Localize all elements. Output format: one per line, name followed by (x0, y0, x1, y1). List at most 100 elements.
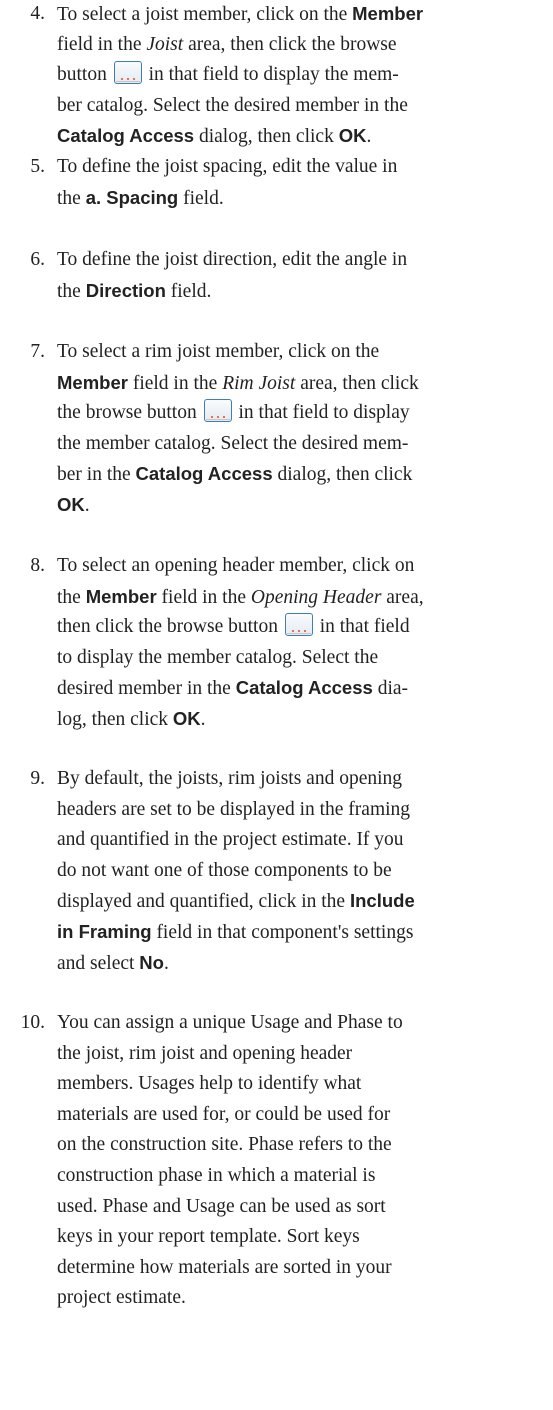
text-run: in that field (314, 616, 410, 638)
text-run: area, then click (295, 372, 419, 394)
text-run: You can assign a unique Usage and Phase … (57, 1012, 403, 1033)
text-run: . (163, 952, 169, 974)
text-run: and select (57, 952, 140, 974)
text-run: to display the member catalog. Select th… (57, 646, 379, 668)
text-run: headers are set to be displayed in the f… (57, 798, 411, 820)
text-run: dia- (372, 678, 409, 700)
text-line: headers are set to be displayed in the f… (57, 795, 549, 826)
text-run: determine how materials are sorted in yo… (57, 1256, 392, 1278)
text-run: project estimate. (57, 1287, 186, 1309)
text-run: in that field to display (233, 402, 410, 424)
text-line: You can assign a unique Usage and Phase … (57, 1008, 549, 1039)
text-line: displayed and quantified, click in the I… (57, 886, 549, 917)
text-line: log, then click OK. (57, 704, 549, 735)
ui-term: Catalog Access (235, 677, 373, 699)
text-run: To select an opening header member, clic… (57, 555, 415, 576)
text-run: area, then click the browse (183, 33, 397, 55)
text-line: members. Usages help to identify what (57, 1069, 549, 1100)
step-text: You can assign a unique Usage and Phase … (57, 1008, 549, 1314)
step-number: 6. (30, 249, 45, 270)
text-line: To define the joist direction, edit the … (57, 245, 549, 276)
text-line: desired member in the Catalog Access dia… (57, 673, 549, 704)
text-line: OK. (57, 490, 549, 521)
text-run: To define the joist spacing, edit the va… (57, 156, 398, 177)
ui-term: in Framing (57, 920, 152, 942)
text-line: do not want one of those components to b… (57, 856, 549, 887)
ui-term: Member (57, 371, 128, 393)
text-run: keys in your report template. Sort keys (57, 1226, 360, 1248)
text-run: To select a rim joist member, click on t… (57, 341, 380, 362)
step-text: To define the joist direction, edit the … (57, 245, 549, 306)
text-run: field in that component's settings (151, 921, 414, 943)
ui-term: Catalog Access (57, 125, 195, 147)
step-text: By default, the joists, rim joists and o… (57, 764, 549, 978)
text-line: To select a joist member, click on the M… (57, 0, 549, 30)
text-run: To select a joist member, click on the (57, 4, 353, 25)
text-run: desired member in the (57, 678, 236, 700)
ui-term: Include (349, 890, 415, 912)
text-line: construction phase in which a material i… (57, 1161, 549, 1192)
step-number: 10. (20, 1012, 45, 1033)
text-line: materials are used for, or could be used… (57, 1100, 549, 1131)
text-run: button (57, 64, 112, 86)
browse-button-icon (203, 399, 232, 423)
step-text: To select an opening header member, clic… (57, 551, 549, 735)
text-line: By default, the joists, rim joists and o… (57, 764, 549, 795)
text-line: Catalog Access dialog, then click OK. (57, 121, 549, 152)
text-run: area, (381, 586, 424, 608)
text-run: on the construction site. Phase refers t… (57, 1134, 392, 1156)
text-run: the (57, 187, 86, 209)
step-number: 5. (30, 156, 45, 177)
area-name: Joist (146, 33, 184, 55)
text-line: keys in your report template. Sort keys (57, 1222, 549, 1253)
text-line: the member catalog. Select the desired m… (57, 429, 549, 460)
ui-term: OK (57, 493, 85, 515)
text-line: used. Phase and Usage can be used as sor… (57, 1192, 549, 1223)
ui-term: Member (85, 585, 157, 607)
text-run: log, then click (57, 708, 173, 730)
text-run: do not want one of those components to b… (57, 859, 392, 881)
area-name: Opening Header (250, 586, 382, 608)
text-line: the Direction field. (57, 276, 549, 307)
text-line: and quantified in the project estimate. … (57, 825, 549, 856)
step-number: 7. (30, 341, 45, 362)
text-run: By default, the joists, rim joists and o… (57, 768, 403, 789)
text-line: field in the Joist area, then click the … (57, 30, 549, 61)
text-line: and select No. (57, 948, 549, 979)
text-run: field. (178, 187, 224, 209)
text-run: and quantified in the project estimate. … (57, 829, 404, 851)
step-number: 4. (30, 3, 45, 24)
text-run: materials are used for, or could be used… (57, 1103, 391, 1125)
step-text: To select a joist member, click on the M… (57, 0, 549, 152)
text-line: ber in the Catalog Access dialog, then c… (57, 459, 549, 490)
text-run: To define the joist direction, edit the … (57, 249, 408, 270)
text-run: dialog, then click (194, 126, 339, 148)
text-run: the (57, 280, 86, 302)
step-text: To select a rim joist member, click on t… (57, 337, 549, 521)
text-run: in that field to display the mem- (143, 64, 399, 86)
ui-term: Direction (85, 279, 166, 301)
ui-term: OK (172, 707, 201, 729)
text-run: displayed and quantified, click in the (57, 891, 350, 913)
text-run: ber in the (57, 464, 136, 486)
text-line: on the construction site. Phase refers t… (57, 1130, 549, 1161)
text-run: used. Phase and Usage can be used as sor… (57, 1195, 386, 1217)
ui-term: a. Spacing (85, 186, 179, 208)
text-run: the member catalog. Select the desired m… (57, 432, 409, 454)
text-line: project estimate. (57, 1283, 549, 1314)
text-line: To select a rim joist member, click on t… (57, 337, 549, 368)
step-number: 8. (30, 555, 45, 576)
text-run: field. (165, 280, 212, 302)
step-number: 9. (30, 768, 45, 789)
text-run: field in the (127, 372, 223, 394)
text-line: the browse button in that field to displ… (57, 398, 549, 429)
text-run: field in the (156, 586, 251, 608)
text-line: the joist, rim joist and opening header (57, 1039, 549, 1070)
text-line: To define the joist spacing, edit the va… (57, 152, 549, 183)
text-run: . (200, 708, 206, 730)
text-run: members. Usages help to identify what (57, 1073, 362, 1095)
text-run: then click the browse button (57, 616, 283, 638)
ui-term: Catalog Access (135, 463, 273, 485)
text-line: determine how materials are sorted in yo… (57, 1253, 549, 1284)
text-run: field in the (57, 33, 147, 55)
